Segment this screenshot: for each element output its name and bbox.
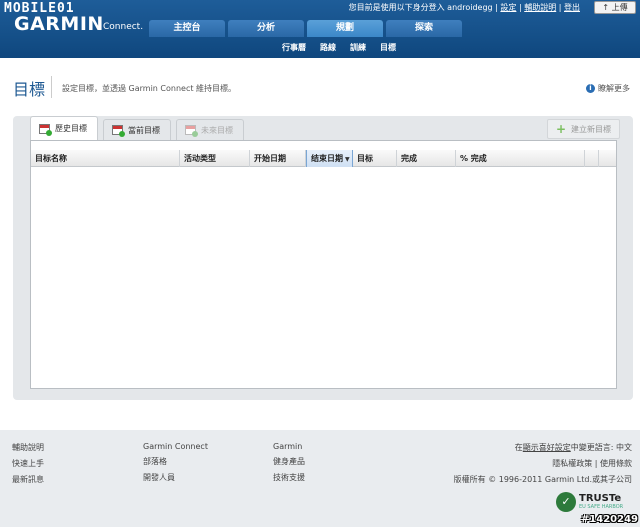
- header: MOBILE01 GARMIN Connect. 您目前是使用以下身分登入 an…: [0, 0, 640, 58]
- goal-tabs: 歷史目標 當前目標 未來目標: [30, 116, 244, 140]
- col-extra: [585, 150, 599, 167]
- subnav-training[interactable]: 訓練: [350, 38, 366, 58]
- help-link[interactable]: 輔助說明: [524, 3, 556, 12]
- footer-garmin-connect-link[interactable]: Garmin Connect: [143, 442, 208, 451]
- tab-current-goals[interactable]: 當前目標: [103, 119, 171, 140]
- subnav-goals[interactable]: 目標: [380, 38, 396, 58]
- login-status: 您目前是使用以下身分登入 androidegg: [348, 3, 493, 12]
- title-divider: [51, 76, 52, 98]
- footer-col-garmin: Garmin 健身產品 技術支援: [273, 442, 305, 483]
- col-goal[interactable]: 目标: [353, 150, 397, 167]
- footer-developers-link[interactable]: 開發人員: [143, 472, 208, 483]
- footer-col-connect: Garmin Connect 部落格 開發人員: [143, 442, 208, 483]
- learn-more-link[interactable]: i 瞭解更多: [586, 83, 630, 94]
- tab-future-goals[interactable]: 未來目標: [176, 119, 244, 140]
- new-goal-button[interactable]: + 建立新目標: [546, 119, 620, 139]
- display-preferences-link[interactable]: 顯示喜好設定: [523, 443, 571, 452]
- tab-plan[interactable]: 規劃: [307, 20, 383, 37]
- logout-link[interactable]: 登出: [564, 3, 580, 12]
- main-nav: 主控台 分析 規劃 探索: [149, 20, 462, 37]
- content-panel: 目標 設定目標，並透過 Garmin Connect 維持目標。 i 瞭解更多 …: [0, 58, 640, 430]
- footer-quickstart-link[interactable]: 快速上手: [12, 458, 44, 469]
- sort-desc-icon: ▼: [345, 156, 350, 163]
- footer-copyright: 版權所有 © 1996-2011 Garmin Ltd.或其子公司: [453, 475, 632, 484]
- upload-button[interactable]: ↑ 上傳: [594, 1, 636, 14]
- footer-right: 在顯示喜好設定中變更語言: 中文 隱私權政策 | 使用條款 版權所有 © 199…: [454, 442, 632, 485]
- goals-table: 目标名称 活动类型 开始日期 结束日期 ▼ 目标 完成 % 完成: [30, 140, 617, 389]
- calendar-future-icon: [185, 125, 198, 137]
- info-icon: i: [586, 84, 595, 93]
- col-activity-type[interactable]: 活动类型: [180, 150, 250, 167]
- footer-support-link[interactable]: 技術支援: [273, 472, 305, 483]
- footer-garmin-link[interactable]: Garmin: [273, 442, 305, 451]
- upload-arrow-icon: ↑: [602, 3, 610, 12]
- page-title: 目標: [13, 80, 46, 99]
- col-scroll-spacer: [599, 150, 615, 167]
- tab-dashboard[interactable]: 主控台: [149, 20, 225, 37]
- subnav-courses[interactable]: 路線: [320, 38, 336, 58]
- footer: 輔助說明 快速上手 最新訊息 Garmin Connect 部落格 開發人員 G…: [0, 436, 640, 527]
- table-header: 目标名称 活动类型 开始日期 结束日期 ▼ 目标 完成 % 完成: [31, 150, 616, 167]
- footer-col-help: 輔助說明 快速上手 最新訊息: [12, 442, 44, 485]
- footer-language: 在顯示喜好設定中變更語言: 中文: [514, 443, 632, 452]
- goals-container: 歷史目標 當前目標 未來目標 + 建立新目標 目标名称 活动类型 开始日期 结束: [13, 116, 633, 400]
- garmin-logo[interactable]: GARMIN: [14, 13, 104, 35]
- truste-check-icon: ✓: [556, 492, 576, 512]
- col-start-date[interactable]: 开始日期: [250, 150, 306, 167]
- sub-nav: 行事曆 路線 訓練 目標: [0, 38, 640, 58]
- watermark-id: #1420249: [580, 514, 638, 525]
- calendar-past-icon: [39, 123, 52, 136]
- settings-link[interactable]: 設定: [500, 3, 516, 12]
- col-goal-name[interactable]: 目标名称: [31, 150, 180, 167]
- col-end-date[interactable]: 结束日期 ▼: [306, 150, 353, 167]
- col-percent-complete[interactable]: % 完成: [456, 150, 585, 167]
- footer-privacy-terms[interactable]: 隱私權政策 | 使用條款: [552, 458, 632, 469]
- truste-seal[interactable]: ✓ TRUSTe EU SAFE HARBOR: [556, 491, 636, 513]
- tab-past-goals[interactable]: 歷史目標: [30, 116, 98, 140]
- footer-blog-link[interactable]: 部落格: [143, 456, 208, 467]
- page-subtitle: 設定目標，並透過 Garmin Connect 維持目標。: [62, 84, 237, 93]
- userbar: 您目前是使用以下身分登入 androidegg | 設定 | 輔助說明 | 登出: [348, 3, 580, 12]
- subnav-calendar[interactable]: 行事曆: [282, 38, 306, 58]
- plus-icon: +: [555, 122, 566, 136]
- connect-logo-text: Connect.: [103, 22, 144, 32]
- footer-fitness-products-link[interactable]: 健身產品: [273, 456, 305, 467]
- tab-explore[interactable]: 探索: [386, 20, 462, 37]
- col-completed[interactable]: 完成: [397, 150, 456, 167]
- footer-news-link[interactable]: 最新訊息: [12, 474, 44, 485]
- calendar-current-icon: [112, 125, 125, 137]
- tab-analysis[interactable]: 分析: [228, 20, 304, 37]
- footer-help-link[interactable]: 輔助說明: [12, 442, 44, 453]
